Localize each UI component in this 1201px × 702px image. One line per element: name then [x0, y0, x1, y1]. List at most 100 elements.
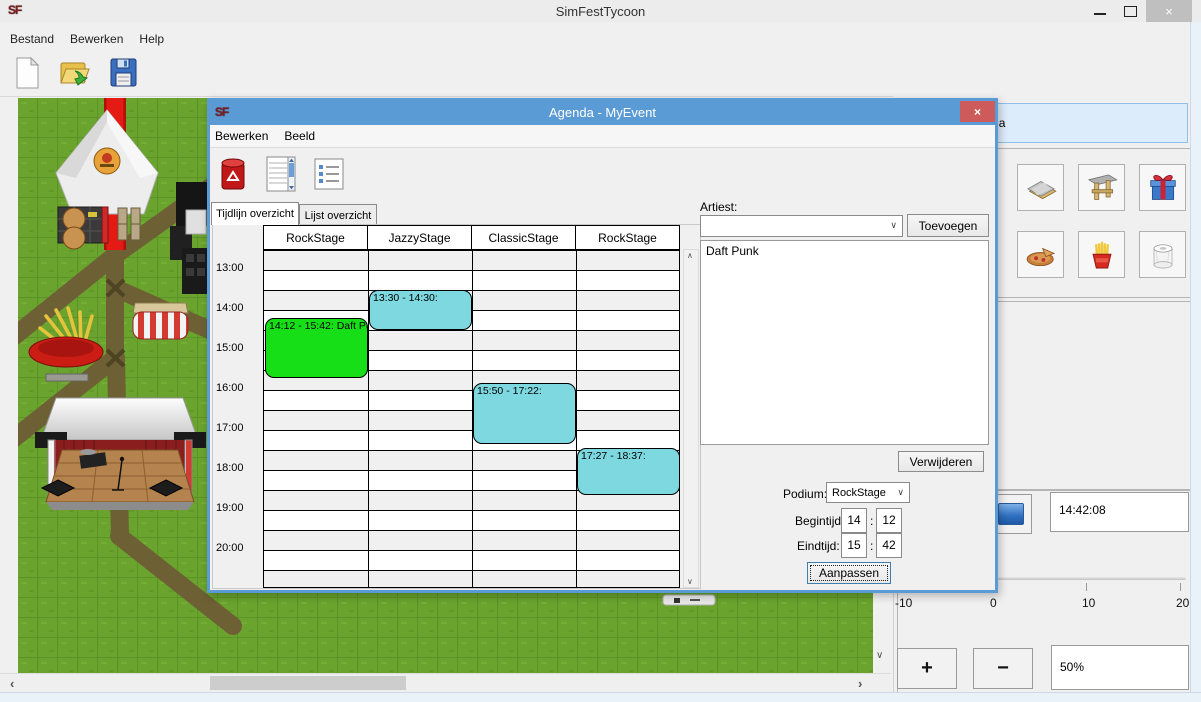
- main-stage: [35, 398, 206, 510]
- pizza-icon: [1023, 237, 1059, 273]
- chevron-down-icon[interactable]: ∨: [876, 650, 883, 661]
- scrollbar-thumb[interactable]: [210, 676, 406, 690]
- menu-bestand[interactable]: Bestand: [10, 32, 54, 46]
- dialog-toolbar: [210, 148, 995, 200]
- list-view-icon: [313, 157, 345, 191]
- time-row-label: 19:00: [216, 502, 260, 514]
- delete-event-button[interactable]: [215, 154, 251, 194]
- toilet-paper-icon: [1145, 237, 1181, 273]
- road-icon: [1023, 170, 1059, 206]
- zoom-level-field[interactable]: 50%: [1051, 645, 1189, 690]
- chevron-down-icon: ∨: [890, 220, 897, 231]
- striped-stand: [133, 303, 188, 339]
- menu-help[interactable]: Help: [139, 32, 164, 46]
- clock-display: 14:42:08: [1050, 492, 1189, 532]
- dialog-close-button[interactable]: ×: [960, 101, 995, 122]
- podium-combobox[interactable]: RockStage ∨: [826, 482, 910, 503]
- gift-icon: [1145, 170, 1181, 206]
- time-row-label: 14:00: [216, 302, 260, 314]
- schedule-event[interactable]: 14:12 - 15:42: Daft Punk: [265, 318, 368, 378]
- chevron-up-icon[interactable]: ∧: [687, 251, 693, 260]
- podium-label: Podium:: [783, 487, 827, 501]
- slider-tick-label: 0: [990, 596, 997, 610]
- burger-stand: [58, 207, 108, 249]
- add-artist-button[interactable]: Toevoegen: [907, 214, 989, 237]
- close-button[interactable]: ×: [1146, 0, 1192, 22]
- chevron-left-icon[interactable]: ‹: [10, 676, 14, 691]
- time-row-label: 18:00: [216, 462, 260, 474]
- chevron-down-icon[interactable]: ∨: [687, 577, 693, 586]
- start-hour-field[interactable]: 14: [841, 508, 867, 533]
- chevron-down-icon: ∨: [897, 487, 904, 498]
- slider-tick: [1086, 583, 1087, 591]
- play-icon: [998, 503, 1024, 525]
- start-minute-field[interactable]: 12: [876, 508, 902, 533]
- save-button[interactable]: [104, 54, 142, 92]
- dialog-title: Agenda - MyEvent: [210, 105, 995, 120]
- artist-listbox[interactable]: Daft Punk: [700, 240, 989, 445]
- artist-combobox[interactable]: ∨: [700, 215, 903, 237]
- end-hour-field[interactable]: 15: [841, 533, 867, 558]
- minimize-button[interactable]: [1086, 0, 1114, 22]
- trash-icon: [218, 155, 248, 193]
- fries-tool-button[interactable]: [1078, 231, 1125, 278]
- schedule-grid: 14:12 - 15:42: Daft Punk13:30 - 14:30: 15…: [212, 224, 701, 589]
- stage-tool-button[interactable]: [1078, 164, 1125, 211]
- grid-scrollbar[interactable]: ∧ ∨: [683, 249, 699, 588]
- time-row-label: 15:00: [216, 342, 260, 354]
- time-row-label: 16:00: [216, 382, 260, 394]
- schedule-event[interactable]: 13:30 - 14:30:: [369, 290, 472, 330]
- agenda-dialog: SF Agenda - MyEvent × BewerkenBeeld: [207, 98, 998, 593]
- main-menubar: Bestand Bewerken Help: [0, 28, 1201, 50]
- maximize-icon: [1124, 6, 1137, 17]
- end-minute-field[interactable]: 42: [876, 533, 902, 558]
- stage-icon: [1084, 170, 1120, 206]
- podium-combobox-value: RockStage: [832, 487, 886, 499]
- artist-label: Artiest:: [700, 200, 737, 214]
- open-file-button[interactable]: [56, 54, 94, 92]
- road-tool-button[interactable]: [1017, 164, 1064, 211]
- window-title: SimFestTycoon: [0, 4, 1201, 19]
- open-folder-icon: [58, 55, 92, 91]
- window-edge: [1190, 22, 1201, 701]
- dialog-menu-bewerken[interactable]: Bewerken: [215, 129, 268, 143]
- artist-list-item[interactable]: Daft Punk: [701, 241, 988, 261]
- timeline-view-icon: [265, 155, 297, 193]
- apply-button[interactable]: Aanpassen: [807, 562, 891, 584]
- pizza-tool-button[interactable]: [1017, 231, 1064, 278]
- slider-tick-label: 20: [1176, 596, 1189, 610]
- dialog-menu-beeld[interactable]: Beeld: [284, 129, 315, 143]
- stage-column-header: RockStage: [575, 225, 680, 250]
- zoom-in-button[interactable]: +: [897, 648, 957, 689]
- toilet-paper-tool-button[interactable]: [1139, 231, 1186, 278]
- slider-tick-label: -10: [895, 596, 912, 610]
- main-toolbar: [0, 50, 1201, 96]
- time-row-label: 20:00: [216, 542, 260, 554]
- remove-artist-button[interactable]: Verwijderen: [898, 451, 984, 472]
- new-file-button[interactable]: [8, 54, 46, 92]
- list-view-button[interactable]: [311, 154, 347, 194]
- fries-icon: [1084, 237, 1120, 273]
- time-separator: :: [870, 514, 873, 528]
- minimize-icon: [1094, 13, 1106, 15]
- zoom-out-button[interactable]: −: [973, 648, 1033, 689]
- start-time-label: Begintijd:: [795, 514, 844, 528]
- chevron-right-icon[interactable]: ›: [858, 676, 862, 691]
- toolbar-divider: [0, 96, 893, 97]
- maximize-button[interactable]: [1116, 0, 1144, 22]
- tab-tijdlijn-overzicht[interactable]: Tijdlijn overzicht: [211, 202, 299, 225]
- time-row-label: 17:00: [216, 422, 260, 434]
- slider-tick: [1180, 583, 1181, 591]
- time-separator: :: [870, 539, 873, 553]
- stage-column-header: JazzyStage: [367, 225, 472, 250]
- timeline-view-button[interactable]: [263, 154, 299, 194]
- schedule-event[interactable]: 15:50 - 17:22:: [473, 383, 576, 444]
- column-divider: [576, 250, 577, 588]
- menu-bewerken[interactable]: Bewerken: [70, 32, 123, 46]
- save-icon: [106, 55, 140, 91]
- map-horizontal-scrollbar[interactable]: ‹ ›: [0, 673, 891, 693]
- gift-tool-button[interactable]: [1139, 164, 1186, 211]
- stage-column-header: ClassicStage: [471, 225, 576, 250]
- schedule-event[interactable]: 17:27 - 18:37:: [577, 448, 680, 495]
- schedule-grid-body[interactable]: 14:12 - 15:42: Daft Punk13:30 - 14:30: 15…: [263, 249, 680, 588]
